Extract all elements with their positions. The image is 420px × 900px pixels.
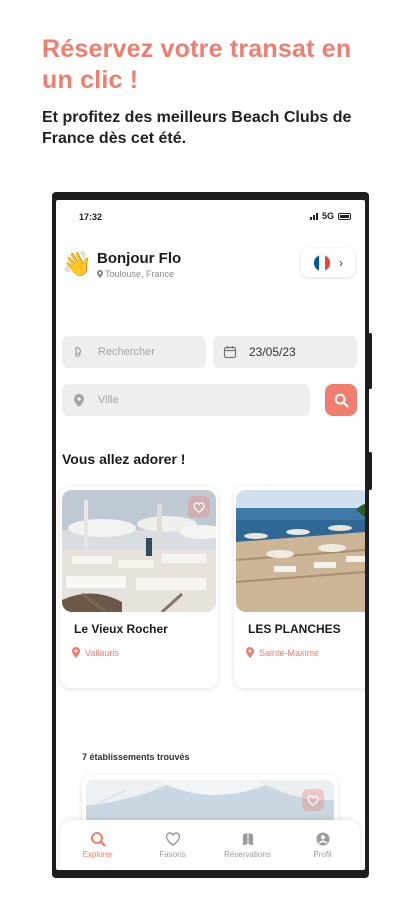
section-title: Vous allez adorer ! — [62, 451, 186, 467]
location-pin-icon — [246, 647, 254, 658]
beach-club-card[interactable]: LES PLANCHES Sainte-Maxime — [234, 486, 365, 688]
promo-title: Réservez votre transat en un clic ! — [42, 35, 352, 94]
favorite-button[interactable] — [188, 496, 210, 518]
tab-label: Favoris — [159, 850, 186, 859]
greeting-block: 👋 Bonjour Flo Toulouse, France — [62, 250, 181, 279]
beach-club-photo — [236, 490, 365, 612]
beach-club-card[interactable]: Le Vieux Rocher Vallauris — [60, 486, 218, 688]
calendar-icon — [223, 345, 237, 359]
beach-club-city: Vallauris — [85, 647, 119, 658]
beach-club-name: Le Vieux Rocher — [74, 622, 168, 636]
bottom-tab-bar: Explorer Favoris Réservations Profil — [60, 820, 360, 870]
network-label: 5G — [321, 211, 334, 221]
heart-icon — [165, 832, 180, 846]
heart-icon — [307, 794, 319, 806]
phone-side-button — [369, 333, 372, 389]
tab-favoris[interactable]: Favoris — [135, 820, 210, 870]
beach-club-location: Sainte-Maxime — [246, 647, 319, 658]
favorite-button[interactable] — [302, 789, 324, 811]
user-icon — [316, 832, 329, 846]
tab-label: Profil — [313, 850, 332, 859]
battery-icon — [338, 212, 351, 220]
city-placeholder: Ville — [98, 394, 119, 406]
wave-hand-icon: 👋 — [62, 251, 92, 278]
chevron-right-icon: › — [339, 255, 343, 270]
tab-label: Réservations — [224, 850, 271, 859]
status-bar: 17:32 5G — [56, 200, 365, 228]
language-selector-button[interactable]: › — [301, 248, 355, 277]
date-input[interactable]: 23/05/23 — [213, 336, 357, 368]
beach-club-city: Sainte-Maxime — [259, 647, 320, 658]
location-pin-icon — [97, 270, 103, 278]
location-pin-icon — [72, 393, 86, 407]
status-indicators: 5G — [309, 211, 351, 221]
date-value: 23/05/23 — [249, 345, 296, 359]
user-location: Toulouse, France — [105, 269, 175, 279]
location-pin-icon — [72, 647, 80, 658]
tab-reservations[interactable]: Réservations — [210, 820, 285, 870]
book-icon — [242, 833, 253, 846]
beach-club-location: Vallauris — [72, 647, 119, 658]
city-input[interactable]: Ville — [62, 384, 310, 416]
signal-icon — [309, 212, 318, 220]
app-screen: 17:32 5G 👋 Bonjour Flo Toulouse, France … — [56, 200, 365, 870]
results-count: 7 établissements trouvés — [82, 752, 190, 762]
heart-icon — [193, 501, 205, 513]
tab-explorer[interactable]: Explorer — [60, 820, 135, 870]
search-field-icon — [72, 345, 86, 359]
beach-club-name: LES PLANCHES — [248, 622, 341, 636]
greeting-text: Bonjour Flo — [97, 250, 182, 267]
french-flag-icon — [313, 253, 331, 272]
search-button[interactable] — [325, 384, 357, 416]
phone-side-button — [369, 452, 372, 490]
status-time: 17:32 — [79, 212, 103, 222]
promo-subtitle: Et profitez des meilleurs Beach Clubs de… — [42, 109, 352, 147]
tab-profil[interactable]: Profil — [285, 820, 360, 870]
search-placeholder: Rechercher — [98, 346, 155, 358]
search-input[interactable]: Rechercher — [62, 336, 206, 368]
search-icon — [334, 393, 348, 407]
search-icon — [90, 832, 106, 847]
tab-label: Explorer — [82, 850, 113, 859]
